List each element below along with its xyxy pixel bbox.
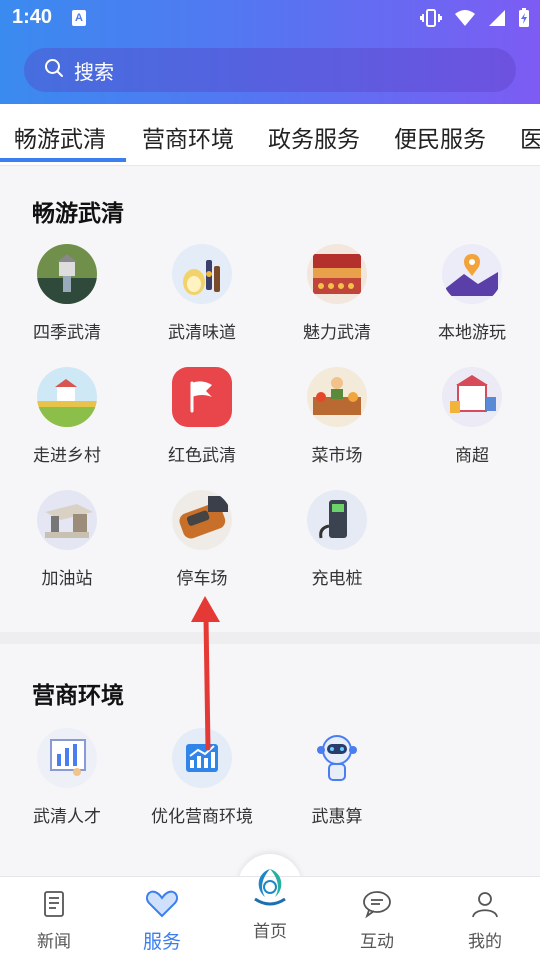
status-bar: 1:40 A (0, 0, 540, 38)
tile-label: 商超 (455, 446, 489, 466)
nav-home[interactable]: 首页 (230, 863, 310, 942)
tile-label: 充电桩 (311, 569, 363, 589)
wifi-icon (454, 9, 476, 31)
tile-wuhuisuan[interactable]: 武惠算 (272, 728, 402, 827)
nav-service[interactable]: 服务 (122, 889, 202, 954)
tile-caishichang[interactable]: 菜市场 (272, 367, 402, 466)
landscape-tower-icon (37, 244, 97, 304)
nav-label: 服务 (142, 931, 181, 953)
nav-label: 首页 (253, 922, 287, 942)
tile-chongdianzhuang[interactable]: 充电桩 (272, 490, 402, 589)
market-stall-icon (307, 367, 367, 427)
user-icon (470, 892, 500, 923)
search-placeholder: 搜索 (74, 59, 114, 84)
tile-label: 菜市场 (311, 446, 363, 466)
tile-wuqing-rencai[interactable]: 武清人才 (2, 728, 132, 827)
tile-label: 魅力武清 (303, 323, 371, 343)
nav-mine[interactable]: 我的 (445, 889, 525, 952)
bottom-nav: 新闻 服务 首页 互动 我的 (0, 869, 540, 960)
nav-label: 我的 (468, 932, 502, 952)
tile-zoujin-xiangcun[interactable]: 走进乡村 (2, 367, 132, 466)
heart-icon (145, 890, 179, 923)
section-title: 畅游武清 (32, 201, 124, 227)
tile-hongse-wuqing[interactable]: 红色武清 (137, 367, 267, 466)
shopping-mall-icon (442, 367, 502, 427)
nav-label: 互动 (360, 932, 394, 952)
tile-jiayouzhan[interactable]: 加油站 (2, 490, 132, 589)
gas-station-icon (37, 490, 97, 550)
notification-app-icon: A (72, 10, 86, 26)
charging-pile-icon (307, 490, 367, 550)
home-logo-icon (245, 869, 295, 917)
nav-interact[interactable]: 互动 (337, 889, 417, 952)
tab-yingshang-huanjing[interactable]: 营商环境 (142, 120, 234, 154)
robot-icon (307, 728, 367, 788)
section-changyou: 畅游武清 四季武清 武清味道 魅力武清 本地游玩 走进乡村 红色武清 菜市场 商… (0, 166, 540, 632)
tile-bendi-youwan[interactable]: 本地游玩 (407, 244, 537, 343)
stage-theater-icon (307, 244, 367, 304)
talent-chart-icon (37, 728, 97, 788)
tab-changyou-wuqing[interactable]: 畅游武清 (14, 120, 106, 154)
tab-bianmin-fuwu[interactable]: 便民服务 (394, 120, 486, 154)
news-icon (39, 891, 69, 923)
search-icon (44, 58, 64, 82)
tile-siji-wuqing[interactable]: 四季武清 (2, 244, 132, 343)
category-tabs: 畅游武清 营商环境 政务服务 便民服务 医 (0, 104, 540, 166)
tab-medical[interactable]: 医 (520, 120, 540, 154)
section-yingshang: 营商环境 武清人才 优化营商环境 武惠算 (0, 644, 540, 876)
tile-label: 优化营商环境 (151, 807, 253, 827)
tile-tingchechang[interactable]: 停车场 (137, 490, 267, 589)
vibrate-icon (420, 8, 442, 32)
tile-label: 四季武清 (33, 323, 101, 343)
status-time: 1:40 (12, 6, 53, 28)
tile-label: 走进乡村 (33, 446, 101, 466)
tile-label: 本地游玩 (438, 323, 506, 343)
search-bar[interactable]: 搜索 (24, 48, 516, 92)
nav-label: 新闻 (37, 932, 71, 952)
tile-label: 武惠算 (311, 807, 363, 827)
map-pin-icon (442, 244, 502, 304)
tile-meili-wuqing[interactable]: 魅力武清 (272, 244, 402, 343)
tile-label: 加油站 (41, 569, 93, 589)
section-divider (0, 632, 540, 644)
tile-shangchao[interactable]: 商超 (407, 367, 537, 466)
farm-house-icon (37, 367, 97, 427)
tile-label: 红色武清 (168, 446, 236, 466)
tile-label: 武清味道 (168, 323, 236, 343)
tile-label: 武清人才 (33, 807, 101, 827)
chat-icon (361, 891, 393, 923)
system-icons (420, 8, 530, 32)
nav-news[interactable]: 新闻 (14, 889, 94, 952)
tile-wuqing-weidao[interactable]: 武清味道 (137, 244, 267, 343)
tile-youhua-yingshang[interactable]: 优化营商环境 (137, 728, 267, 827)
red-flag-icon (172, 367, 232, 427)
business-chart-icon (172, 728, 232, 788)
fruit-bottles-icon (172, 244, 232, 304)
app-header: 1:40 A 搜索 (0, 0, 540, 104)
signal-icon (488, 9, 506, 31)
battery-icon (518, 8, 530, 32)
tab-zhengwu-fuwu[interactable]: 政务服务 (268, 120, 360, 154)
tab-active-indicator (0, 158, 126, 162)
tile-label: 停车场 (176, 569, 228, 589)
section-title: 营商环境 (32, 683, 124, 709)
parking-car-icon (172, 490, 232, 550)
